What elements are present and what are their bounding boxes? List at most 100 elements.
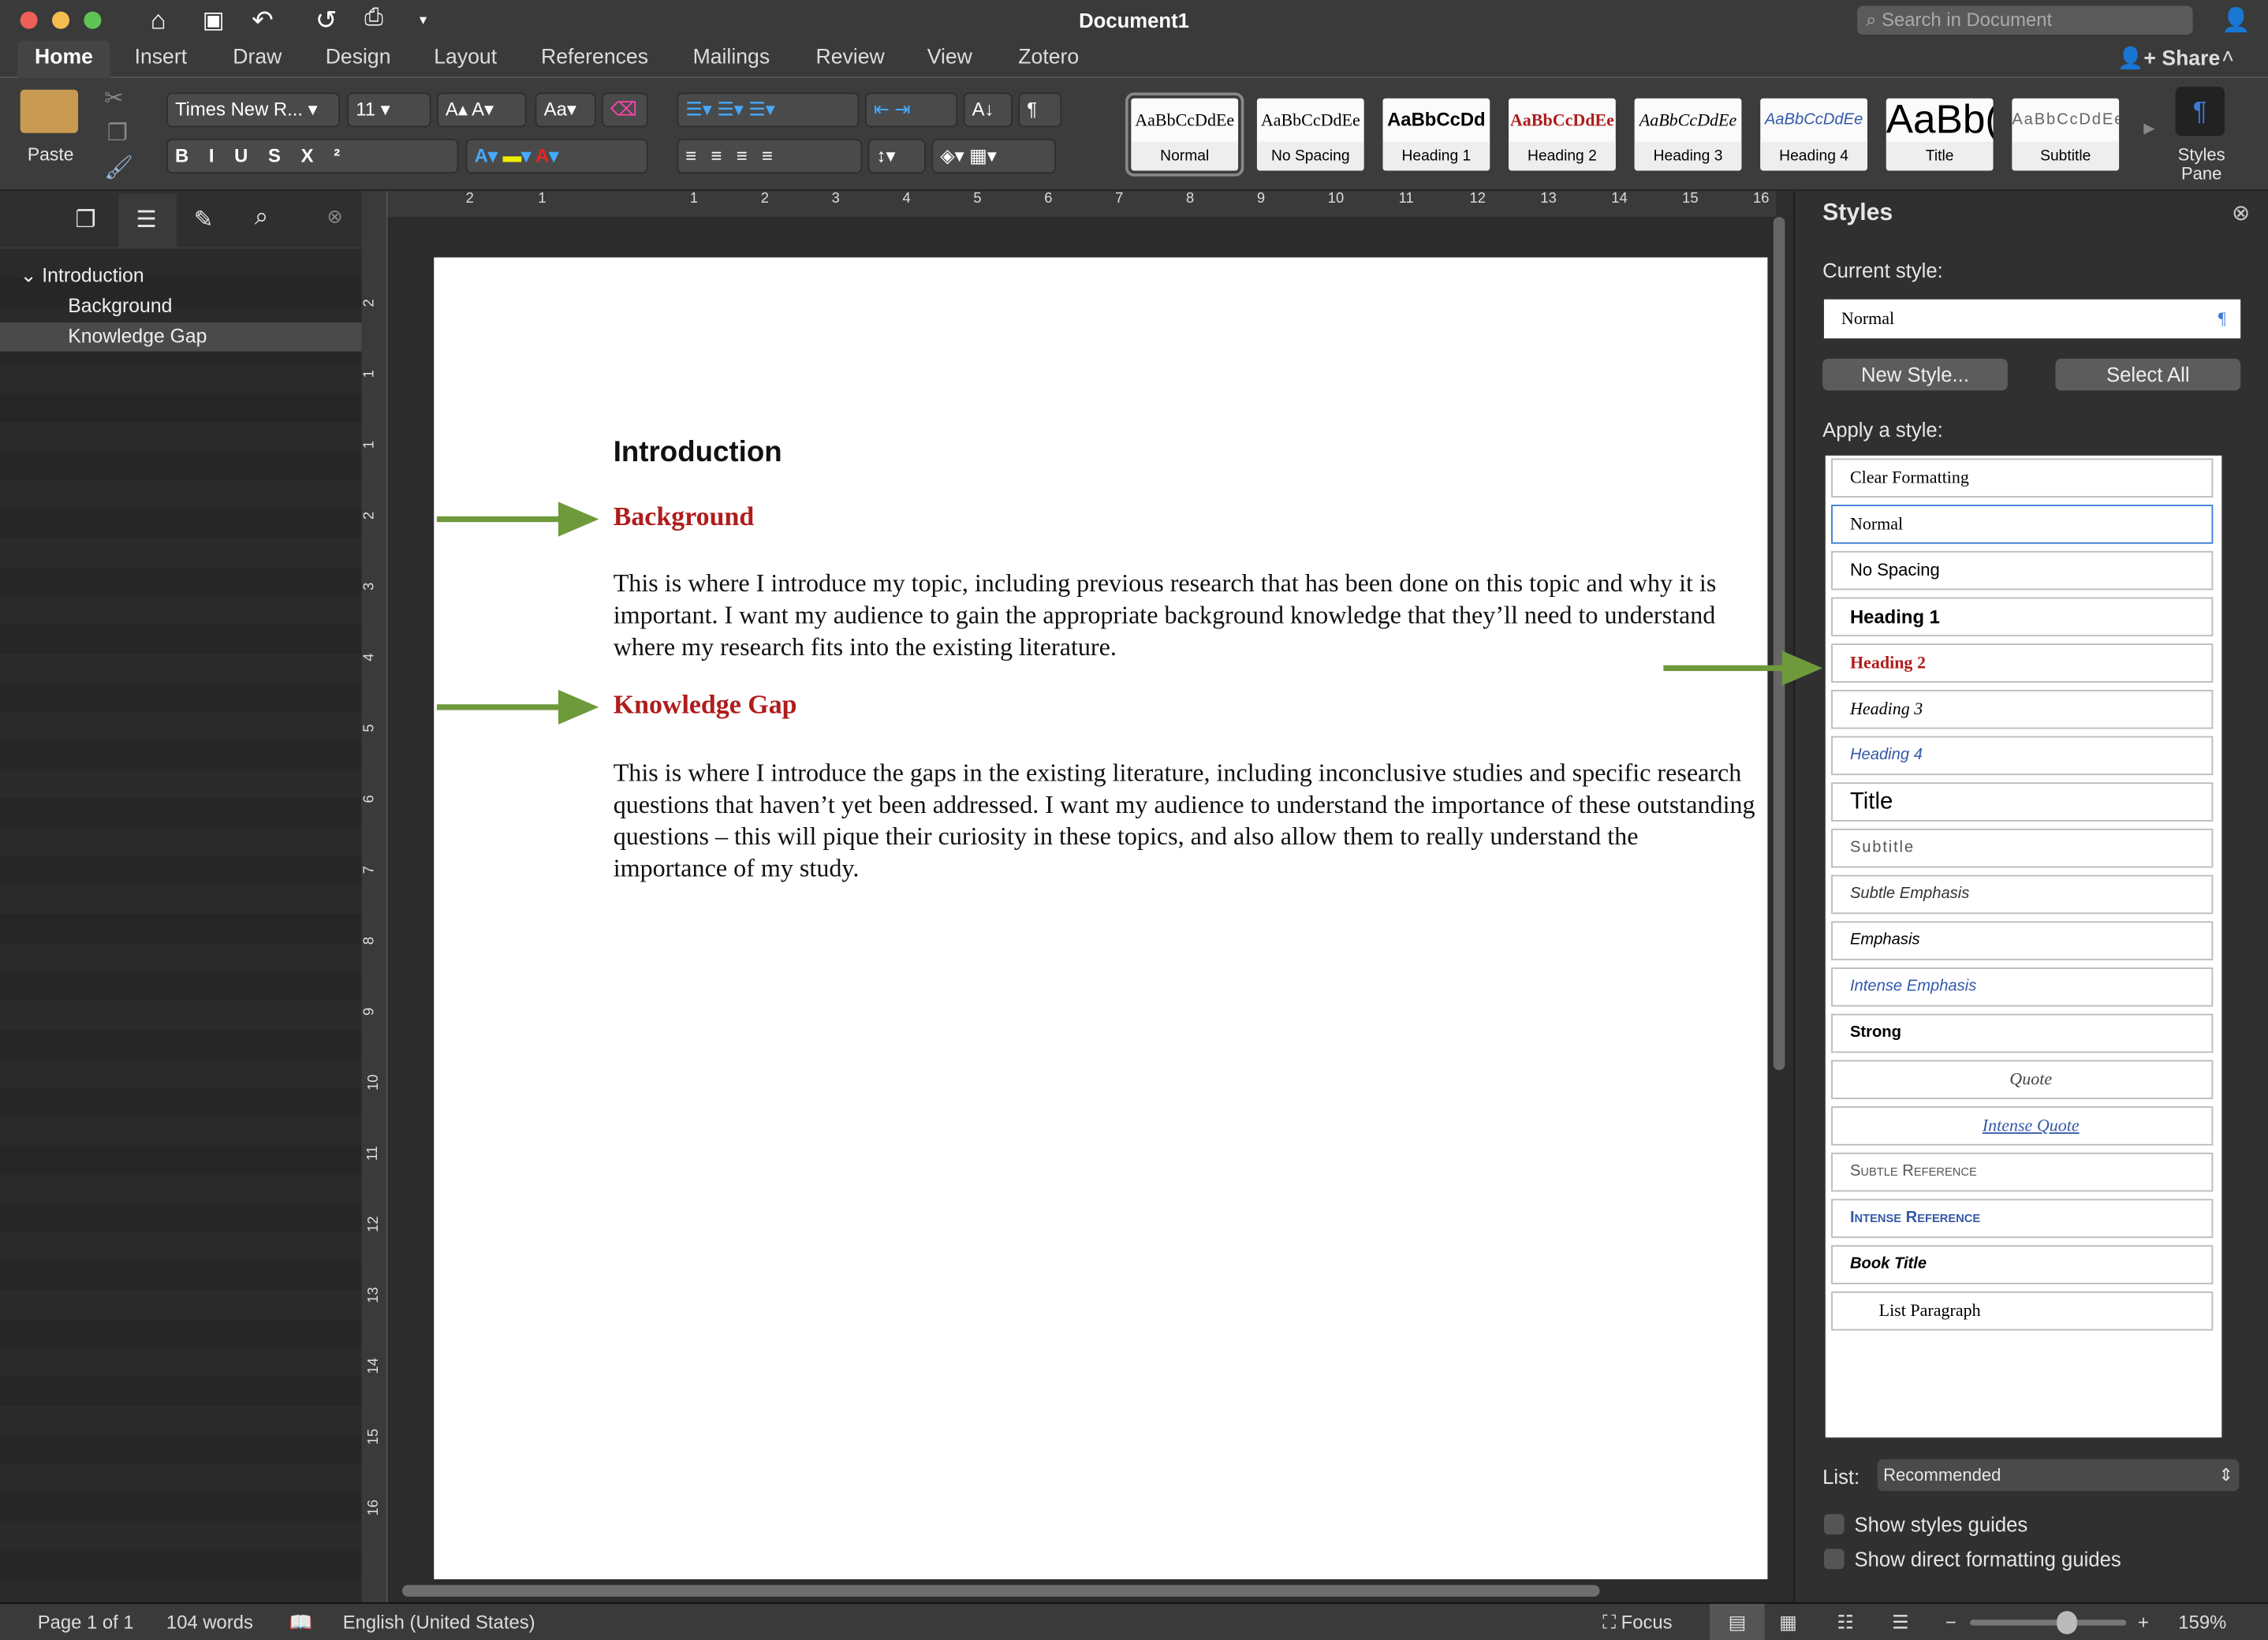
tab-draw[interactable]: Draw xyxy=(233,47,282,69)
gallery-next-icon[interactable]: ▶ xyxy=(2143,121,2154,137)
style-item-heading-3[interactable]: Heading 3 xyxy=(1831,689,2214,729)
grow-shrink-font-buttons[interactable]: A▴ A▾ xyxy=(436,92,527,128)
paste-button[interactable]: Paste xyxy=(28,144,74,165)
horizontal-ruler[interactable]: 2 1 1 2 3 4 5 6 7 8 9 10 11 12 13 14 15 16 xyxy=(387,191,1777,218)
style-item-no-spacing[interactable]: No Spacing xyxy=(1831,550,2214,591)
gallery-style-normal[interactable]: AaBbCcDdEe Normal xyxy=(1125,92,1244,177)
style-item-normal[interactable]: Normal xyxy=(1831,505,2214,544)
thumbnails-icon[interactable]: ❐ xyxy=(75,205,95,234)
clear-formatting-button[interactable]: ⌫ xyxy=(602,92,648,128)
style-item-heading-1[interactable]: Heading 1 xyxy=(1831,597,2214,637)
paragraph-knowledge-gap[interactable]: This is where I introduce the gaps in th… xyxy=(614,756,1756,883)
style-item-heading-4[interactable]: Heading 4 xyxy=(1831,736,2214,776)
search-input[interactable]: ⌕ Search in Document xyxy=(1857,6,2193,35)
tab-review[interactable]: Review xyxy=(815,47,884,69)
font-name-dropdown[interactable]: Times New R... ▾ xyxy=(166,92,341,128)
tab-zotero[interactable]: Zotero xyxy=(1018,47,1079,69)
heading-knowledge-gap[interactable]: Knowledge Gap xyxy=(614,691,797,722)
style-item-title[interactable]: Title xyxy=(1831,782,2214,822)
style-item-subtitle[interactable]: Subtitle xyxy=(1831,828,2214,868)
tab-insert[interactable]: Insert xyxy=(135,47,188,69)
style-item-list-paragraph[interactable]: List Paragraph xyxy=(1831,1291,2214,1331)
focus-button[interactable]: ⛶ Focus xyxy=(1602,1604,1672,1640)
search-icon[interactable]: ⌕ xyxy=(255,203,268,232)
gallery-style-heading-3[interactable]: AaBbCcDdEe Heading 3 xyxy=(1634,98,1742,171)
account-icon[interactable]: 👤 xyxy=(2221,6,2251,35)
proofing-icon[interactable]: 📖 xyxy=(289,1604,313,1640)
horizontal-scrollbar[interactable] xyxy=(401,1585,1600,1597)
paragraph-background[interactable]: This is where I introduce my topic, incl… xyxy=(614,567,1756,662)
outline-view-icon[interactable]: ☷ xyxy=(1837,1604,1853,1640)
close-pane-icon[interactable]: ⊗ xyxy=(2232,199,2250,226)
list-buttons[interactable]: ☰▾ ☰▾ ☰▾ xyxy=(677,92,860,128)
shading-borders-buttons[interactable]: ◈▾ ▦▾ xyxy=(931,139,1056,174)
style-item-clear-formatting[interactable]: Clear Formatting xyxy=(1831,458,2214,498)
web-layout-icon[interactable]: ▦ xyxy=(1779,1604,1797,1640)
style-item-intense-emphasis[interactable]: Intense Emphasis xyxy=(1831,967,2214,1007)
heading-introduction[interactable]: Introduction xyxy=(614,437,782,470)
line-spacing-button[interactable]: ↕▾ xyxy=(867,139,926,174)
gallery-style-heading-1[interactable]: AaBbCcDd Heading 1 xyxy=(1382,98,1490,171)
nav-item-background[interactable]: Background xyxy=(0,293,362,322)
tab-view[interactable]: View xyxy=(927,47,972,69)
text-effects-highlight-color-buttons[interactable]: A▾ ▬▾ A▾ xyxy=(465,139,648,174)
select-all-button[interactable]: Select All xyxy=(2055,358,2241,391)
tab-design[interactable]: Design xyxy=(326,47,391,69)
tab-references[interactable]: References xyxy=(541,47,648,69)
zoom-slider-thumb[interactable] xyxy=(2057,1611,2077,1634)
nav-item-knowledge-gap[interactable]: Knowledge Gap xyxy=(0,322,362,352)
style-list[interactable]: Clear Formatting Normal No Spacing Headi… xyxy=(1825,455,2222,1438)
vertical-scrollbar[interactable] xyxy=(1773,217,1785,1071)
sort-button[interactable]: A↓ xyxy=(963,92,1013,128)
style-item-subtle-reference[interactable]: Subtle Reference xyxy=(1831,1152,2214,1192)
style-item-emphasis[interactable]: Emphasis xyxy=(1831,921,2214,960)
nav-item-introduction[interactable]: ⌄ Introduction xyxy=(0,262,362,291)
print-layout-button[interactable]: ▤ xyxy=(1710,1604,1765,1640)
paste-icon[interactable] xyxy=(20,89,79,133)
styles-pane-icon[interactable]: ¶ xyxy=(2175,87,2225,136)
tab-home[interactable]: Home xyxy=(17,40,110,79)
cut-icon[interactable]: ✂ xyxy=(104,84,124,113)
show-styles-guides-checkbox[interactable] xyxy=(1823,1514,1845,1535)
edit-icon[interactable]: ✎ xyxy=(194,205,214,234)
indent-buttons[interactable]: ⇤ ⇥ xyxy=(864,92,958,128)
style-item-strong[interactable]: Strong xyxy=(1831,1013,2214,1053)
style-item-subtle-emphasis[interactable]: Subtle Emphasis xyxy=(1831,874,2214,915)
gallery-style-heading-4[interactable]: AaBbCcDdEe Heading 4 xyxy=(1760,98,1867,171)
style-item-intense-quote[interactable]: Intense Quote xyxy=(1831,1106,2214,1146)
alignment-buttons[interactable]: ≡≡≡≡ xyxy=(677,139,863,174)
zoom-percent[interactable]: 159% xyxy=(2178,1604,2226,1640)
word-count[interactable]: 104 words xyxy=(166,1604,253,1640)
copy-icon[interactable]: ❐ xyxy=(107,118,128,147)
gallery-style-heading-2[interactable]: AaBbCcDdEe Heading 2 xyxy=(1509,98,1616,171)
show-formatting-button[interactable]: ¶ xyxy=(1018,92,1062,128)
close-nav-icon[interactable]: ⊗ xyxy=(327,205,343,228)
style-item-heading-2[interactable]: Heading 2 xyxy=(1831,643,2214,683)
draft-view-icon[interactable]: ☰ xyxy=(1892,1604,1908,1640)
list-dropdown[interactable]: Recommended ⇕ xyxy=(1877,1459,2240,1492)
page-count[interactable]: Page 1 of 1 xyxy=(38,1604,134,1640)
collapse-ribbon-icon[interactable]: ˄ xyxy=(2221,47,2234,69)
change-case-button[interactable]: Aa▾ xyxy=(535,92,596,128)
bold-italic-underline-buttons[interactable]: BIUSX² xyxy=(166,139,459,174)
gallery-style-subtitle[interactable]: AaBbCcDdEe Subtitle xyxy=(2012,98,2120,171)
font-size-dropdown[interactable]: 11 ▾ xyxy=(347,92,431,128)
show-direct-formatting-checkbox[interactable] xyxy=(1823,1549,1845,1570)
zoom-slider[interactable] xyxy=(1970,1611,2127,1634)
style-item-intense-reference[interactable]: Intense Reference xyxy=(1831,1198,2214,1239)
tab-mailings[interactable]: Mailings xyxy=(693,47,770,69)
style-item-quote[interactable]: Quote xyxy=(1831,1060,2214,1099)
styles-pane-button[interactable]: Styles Pane xyxy=(2167,145,2236,184)
gallery-style-title[interactable]: AaBb(Title xyxy=(1886,98,1994,171)
tab-layout[interactable]: Layout xyxy=(434,47,497,69)
language[interactable]: English (United States) xyxy=(343,1604,535,1640)
heading-background[interactable]: Background xyxy=(614,503,755,534)
format-painter-icon[interactable]: 🖌 xyxy=(104,153,133,182)
zoom-in-button[interactable]: + xyxy=(2138,1604,2149,1640)
new-style-button[interactable]: New Style... xyxy=(1822,358,2008,391)
zoom-out-button[interactable]: − xyxy=(1945,1604,1957,1640)
gallery-style-no-spacing[interactable]: AaBbCcDdEe No Spacing xyxy=(1256,98,1364,171)
outline-tab[interactable]: ☰ xyxy=(118,193,177,249)
style-item-book-title[interactable]: Book Title xyxy=(1831,1245,2214,1284)
share-button[interactable]: 👤+ Share xyxy=(2117,47,2220,71)
